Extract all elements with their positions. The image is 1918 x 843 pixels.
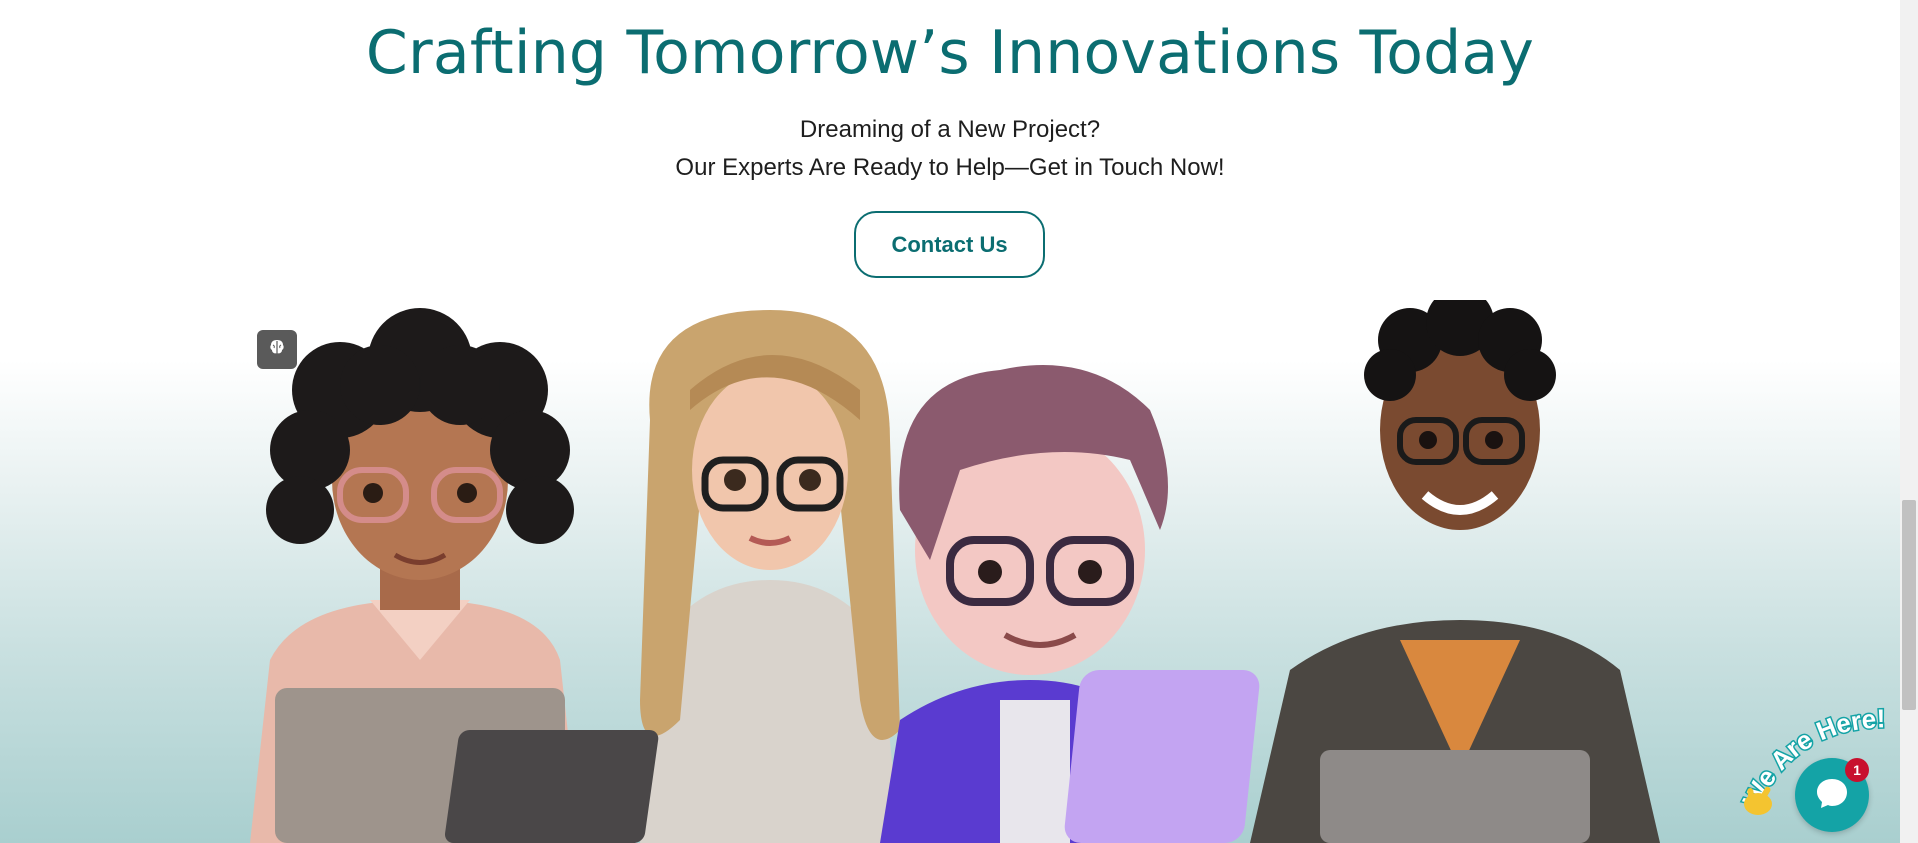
chat-bubble-icon [1812,773,1852,818]
scrollbar-thumb[interactable] [1902,500,1916,710]
character-4 [1250,300,1660,843]
brain-icon [267,337,287,362]
hero-subtitle-cta-text: Our Experts Are Ready to Help—Get in Tou… [675,154,1225,181]
chat-notification-badge: 1 [1845,758,1869,782]
page-title: Crafting Tomorrow’s Innovations Today [365,18,1535,88]
character-3 [880,365,1260,843]
ai-assistant-button[interactable] [257,330,297,369]
team-illustration [250,300,1660,843]
contact-us-button[interactable]: Contact Us [854,211,1045,278]
hero-subtitle-question: Dreaming of a New Project? [799,116,1101,143]
